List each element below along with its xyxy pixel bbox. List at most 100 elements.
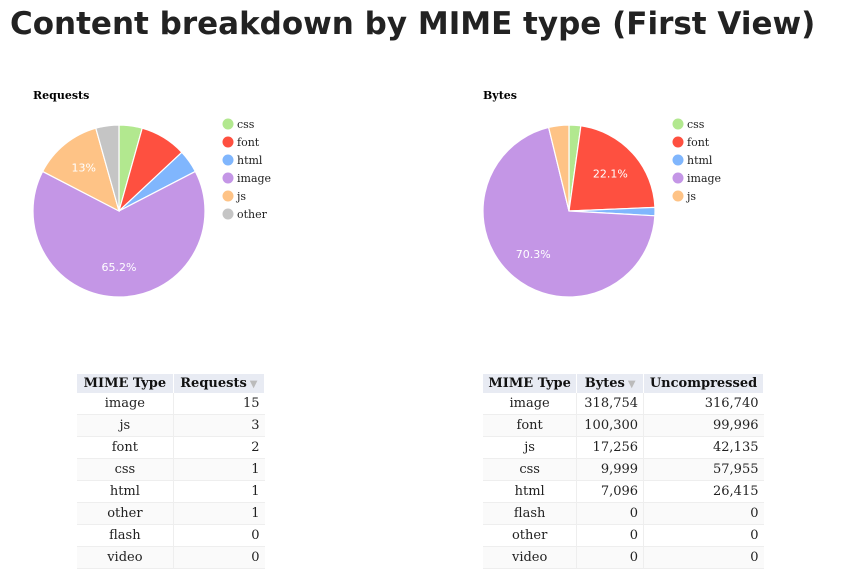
requests-pie-chart: Requests 65.2% 13% css font html image js other: [20, 80, 320, 310]
value-cell: 3: [173, 414, 265, 437]
page-title: Content breakdown by MIME type (First Vi…: [10, 6, 816, 42]
value-cell: 0: [173, 546, 265, 569]
table-row: other 0 0: [483, 524, 764, 547]
table-row: video 0 0: [483, 546, 764, 569]
mime-type-cell: css: [77, 458, 174, 481]
legend-item-js[interactable]: js: [222, 190, 247, 203]
legend-item-js[interactable]: js: [672, 190, 697, 203]
slice-label-image: 70.3%: [516, 248, 551, 261]
mime-type-cell: font: [77, 436, 174, 459]
legend-item-css[interactable]: css: [222, 118, 255, 131]
legend-swatch-icon: [222, 208, 234, 220]
legend-label: css: [687, 118, 705, 131]
legend-item-html[interactable]: html: [672, 154, 713, 167]
value-cell: 26,415: [643, 480, 764, 503]
mime-type-cell: css: [483, 458, 578, 481]
table-row: flash 0 0: [483, 502, 764, 525]
column-header-requests[interactable]: Requests ▼: [173, 374, 266, 393]
value-cell: 1: [173, 458, 265, 481]
legend-label: css: [237, 118, 255, 131]
legend-label: font: [687, 136, 710, 149]
table-row: html 1: [77, 480, 265, 503]
legend-label: other: [237, 208, 268, 221]
legend-label: image: [237, 172, 271, 185]
value-cell: 57,955: [643, 458, 764, 481]
value-cell: 0: [576, 502, 645, 525]
slice-label-js: 13%: [71, 162, 95, 175]
legend-swatch-icon: [222, 172, 234, 184]
mime-type-cell: font: [483, 414, 578, 437]
legend-item-other[interactable]: other: [222, 208, 268, 221]
value-cell: 99,996: [643, 414, 764, 437]
value-cell: 7,096: [576, 480, 645, 503]
mime-type-cell: html: [77, 480, 174, 503]
legend-item-font[interactable]: font: [672, 136, 710, 149]
column-header-mime-type[interactable]: MIME Type: [483, 374, 578, 393]
value-cell: 318,754: [576, 393, 645, 415]
table-row: js 17,256 42,135: [483, 436, 764, 459]
value-cell: 100,300: [576, 414, 645, 437]
sort-desc-icon: ▼: [249, 379, 258, 390]
table-row: font 100,300 99,996: [483, 414, 764, 437]
table-row: image 15: [77, 393, 265, 415]
legend-swatch-icon: [222, 118, 234, 130]
table-row: css 9,999 57,955: [483, 458, 764, 481]
mime-type-cell: other: [77, 502, 174, 525]
mime-type-cell: other: [483, 524, 578, 547]
column-header-bytes[interactable]: Bytes ▼: [576, 374, 645, 393]
legend-swatch-icon: [672, 190, 684, 202]
value-cell: 1: [173, 480, 265, 503]
table-row: other 1: [77, 502, 265, 525]
legend-item-image[interactable]: image: [672, 172, 722, 185]
slice-label-image: 65.2%: [102, 261, 137, 274]
legend-label: font: [237, 136, 260, 149]
legend-label: js: [685, 190, 696, 203]
mime-type-cell: flash: [483, 502, 578, 525]
bytes-pie-svg: Bytes 22.1% 70.3% css font html image js: [482, 89, 722, 298]
chart-title: Requests: [33, 89, 89, 102]
table-row: font 2: [77, 436, 265, 459]
legend-swatch-icon: [222, 154, 234, 166]
value-cell: 2: [173, 436, 265, 459]
legend-swatch-icon: [672, 172, 684, 184]
mime-type-cell: video: [77, 546, 174, 569]
table-row: flash 0: [77, 524, 265, 547]
sort-desc-icon: ▼: [627, 379, 636, 390]
bytes-table-header-row: MIME Type Bytes ▼ Uncompressed: [483, 374, 764, 393]
table-row: css 1: [77, 458, 265, 481]
value-cell: 0: [173, 524, 265, 547]
mime-type-cell: image: [77, 393, 174, 415]
requests-table-header-row: MIME Type Requests ▼: [77, 374, 266, 393]
requests-pie-svg: Requests 65.2% 13% css font html image js other: [32, 89, 272, 298]
column-header-mime-type[interactable]: MIME Type: [77, 374, 174, 393]
legend-swatch-icon: [672, 136, 684, 148]
mime-type-cell: image: [483, 393, 578, 415]
legend-item-css[interactable]: css: [672, 118, 705, 131]
table-row: js 3: [77, 414, 265, 437]
value-cell: 0: [643, 546, 764, 569]
value-cell: 0: [643, 502, 764, 525]
requests-table: MIME Type Requests ▼ image 15 js 3 font 2 css 1 h…: [77, 374, 266, 569]
chart-title: Bytes: [483, 89, 517, 102]
slice-label-font: 22.1%: [593, 167, 628, 180]
legend-label: image: [687, 172, 721, 185]
table-row: video 0: [77, 546, 265, 569]
column-header-uncompressed[interactable]: Uncompressed: [643, 374, 764, 393]
mime-type-cell: video: [483, 546, 578, 569]
value-cell: 316,740: [643, 393, 764, 415]
legend-item-font[interactable]: font: [222, 136, 260, 149]
legend-swatch-icon: [222, 136, 234, 148]
value-cell: 17,256: [576, 436, 645, 459]
legend-label: js: [235, 190, 246, 203]
value-cell: 42,135: [643, 436, 764, 459]
value-cell: 9,999: [576, 458, 645, 481]
mime-type-cell: js: [77, 414, 174, 437]
legend-label: html: [237, 154, 263, 167]
bytes-table: MIME Type Bytes ▼ Uncompressed image 318,7…: [483, 374, 764, 569]
legend-item-image[interactable]: image: [222, 172, 272, 185]
mime-type-cell: js: [483, 436, 578, 459]
value-cell: 0: [576, 546, 645, 569]
legend-swatch-icon: [672, 154, 684, 166]
legend-item-html[interactable]: html: [222, 154, 263, 167]
bytes-pie-chart: Bytes 22.1% 70.3% css font html image js: [470, 80, 770, 310]
